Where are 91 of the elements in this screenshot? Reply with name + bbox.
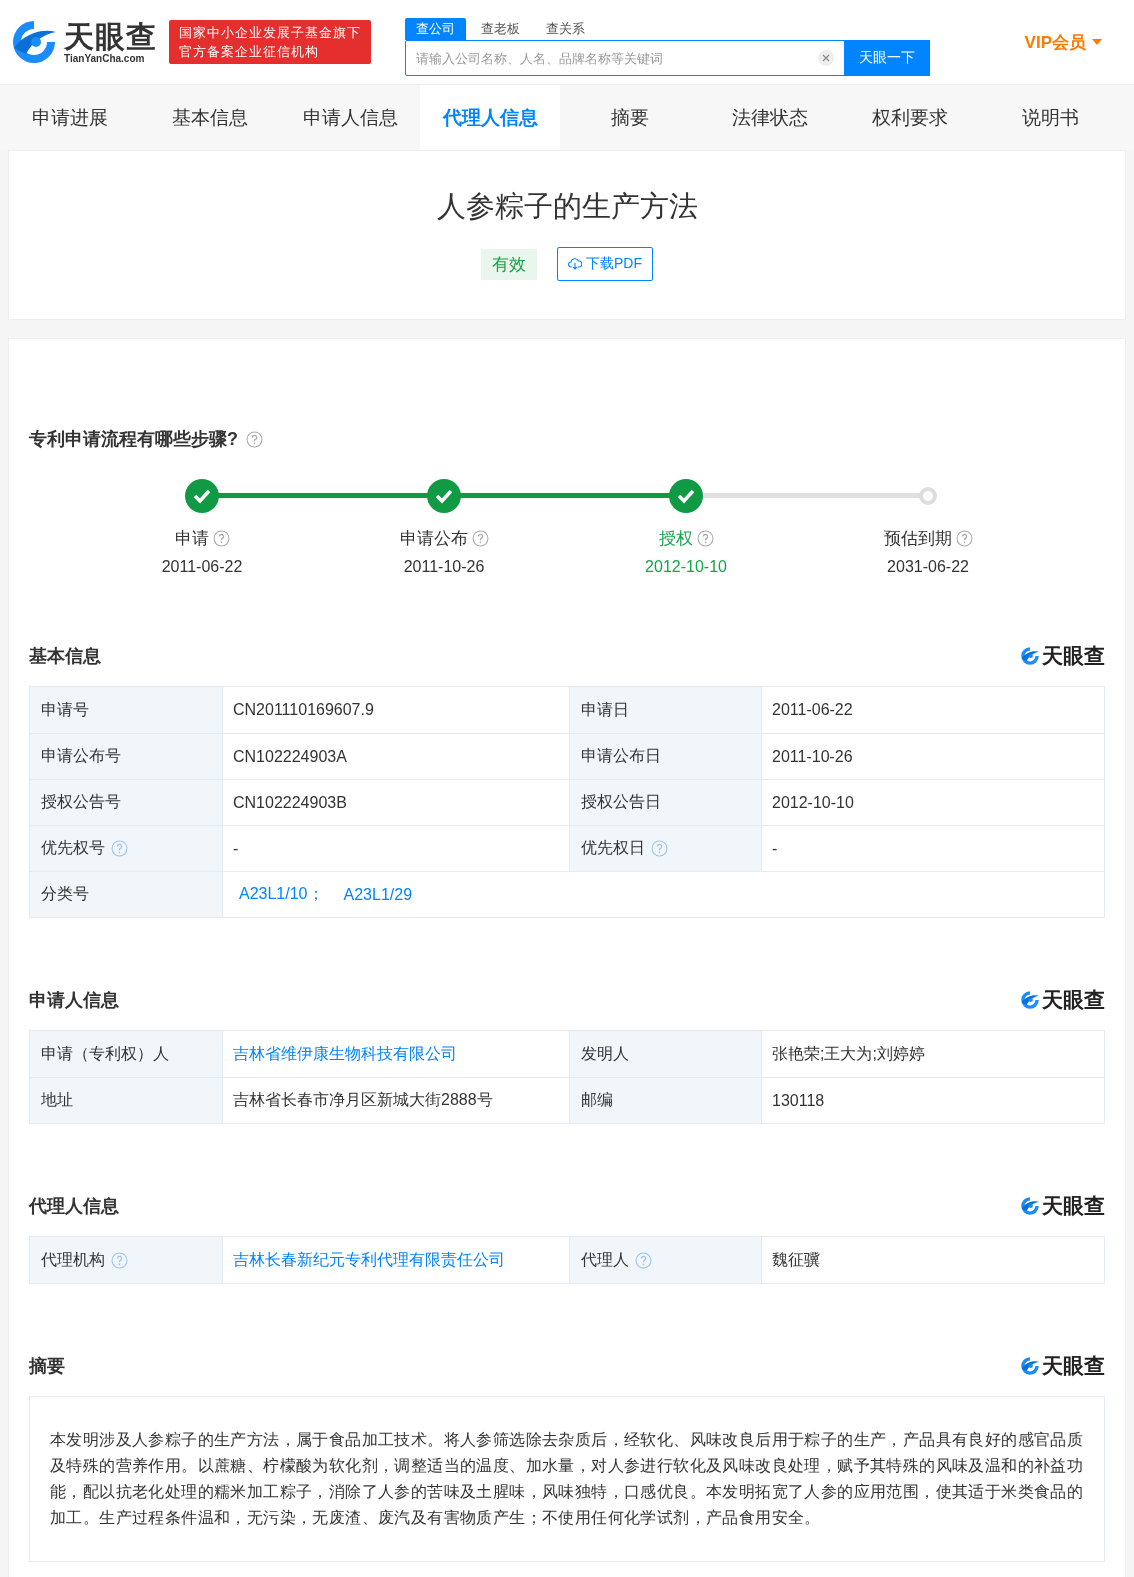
brand-logo: 天眼查: [1020, 1352, 1105, 1380]
step-label: 预估到期: [883, 528, 952, 550]
vip-link[interactable]: VIP会员: [1024, 30, 1102, 54]
clear-icon[interactable]: [818, 50, 834, 66]
check-icon: [669, 479, 703, 513]
label-text: 地址: [41, 1090, 73, 1110]
link[interactable]: A23L1/29: [337, 885, 413, 904]
step-date: 2012-10-10: [645, 558, 727, 576]
section-title: 专利申请流程有哪些步骤?: [29, 428, 238, 451]
help-icon[interactable]: [696, 530, 714, 547]
label-text: 授权公告号: [41, 792, 121, 812]
section-title: 摘要: [29, 1355, 65, 1378]
link[interactable]: 吉林省维伊康生物科技有限公司: [233, 1043, 457, 1065]
value-text: 张艳荣;王大为;刘婷婷: [772, 1043, 925, 1064]
nav-tab[interactable]: 申请进展: [0, 85, 140, 150]
value-text: 2011-06-22: [772, 701, 853, 719]
download-button[interactable]: 下载PDF: [557, 247, 653, 281]
help-icon[interactable]: [651, 840, 668, 857]
label-text: 代理机构: [41, 1249, 105, 1270]
help-icon[interactable]: [111, 1251, 128, 1269]
label-text: 授权公告日: [581, 792, 661, 812]
search-tab[interactable]: 查关系: [535, 18, 596, 40]
value-text: 魏征骥: [772, 1249, 820, 1270]
section-title: 申请人信息: [29, 989, 119, 1012]
eye-logo-icon: [1020, 1196, 1040, 1216]
step-label: 申请公布: [399, 528, 468, 550]
search-button[interactable]: 天眼一下: [844, 40, 930, 76]
label-text: 申请公布日: [581, 746, 661, 766]
check-icon: [427, 479, 461, 513]
link[interactable]: 吉林长春新纪元专利代理有限责任公司: [233, 1249, 505, 1271]
caret-icon[interactable]: [1092, 39, 1102, 45]
label-text: 申请号: [41, 699, 89, 720]
nav-tab[interactable]: 申请人信息: [280, 85, 420, 150]
value-text: 2012-10-10: [772, 793, 854, 812]
help-icon[interactable]: [635, 1251, 652, 1269]
pending-dot-icon: [919, 487, 937, 505]
check-icon: [185, 479, 219, 513]
abstract-text: 本发明涉及人参粽子的生产方法，属于食品加工技术。将人参筛选除去杂质后，经软化、风味改良后用于粽子的生产，产品具有良好的感官品质及特殊的营养作用。以蔗糖、柠檬酸为软化剂，调整适当的温度、加水量，对人参进行软化及风味改良处理，赋予其特殊的风味及温和的补益功能，配以抗老化处理的糯米加工粽子，消除了人参的苦味及土腥味，风味独特，口感优良。本发明拓宽了人参的应用范围，使其适于米类食品的加工。生产过程条件温和，无污染，无废渣、废汽及有害物质产生；不使用任何化学试剂，产品食用安全。: [29, 1396, 1105, 1562]
nav-tab[interactable]: 法律状态: [700, 85, 840, 150]
nav-tab[interactable]: 权利要求: [840, 85, 980, 150]
badge-text: 国家中小企业发展子基金旗下: [179, 24, 361, 42]
section-title: 代理人信息: [29, 1195, 119, 1218]
value-text: CN102224903A: [233, 747, 347, 766]
label-text: 申请（专利权）人: [41, 1043, 169, 1064]
label-text: 邮编: [581, 1090, 613, 1110]
logo-name: 天眼查: [64, 20, 157, 53]
step-label: 授权: [658, 528, 693, 550]
label-text: 优先权日: [581, 838, 645, 858]
step-date: 2031-06-22: [887, 558, 969, 576]
label-text: 申请公布号: [41, 746, 121, 766]
value-text: 130118: [772, 1091, 825, 1110]
help-icon[interactable]: [111, 840, 128, 857]
eye-logo-icon: [10, 18, 58, 66]
label-text: 优先权号: [41, 838, 105, 858]
link[interactable]: A23L1/10；: [233, 884, 324, 905]
help-icon[interactable]: [246, 430, 263, 448]
help-icon[interactable]: [955, 530, 973, 547]
eye-logo-icon: [1020, 990, 1040, 1010]
search-field[interactable]: 请输入公司名称、人名、品牌名称等关键词 天眼一下: [405, 40, 930, 76]
search-tab[interactable]: 查公司: [405, 18, 466, 40]
eye-logo-icon: [1020, 646, 1040, 666]
value-text: CN201110169607.9: [233, 701, 374, 719]
brand-logo: 天眼查: [1020, 642, 1105, 670]
value-text: CN102224903B: [233, 793, 347, 812]
eye-logo-icon: [1020, 1356, 1040, 1376]
logo-domain: TianYanCha.com: [64, 52, 146, 64]
brand-logo: 天眼查: [1020, 1192, 1105, 1220]
nav-tab[interactable]: 说明书: [980, 85, 1120, 150]
step-date: 2011-10-26: [403, 558, 485, 576]
search-tab[interactable]: 查老板: [470, 18, 531, 40]
value-text: 吉林省长春市净月区新城大街2888号: [233, 1090, 493, 1110]
label-text: 发明人: [581, 1043, 629, 1064]
nav-tab[interactable]: 基本信息: [140, 85, 280, 150]
badge-text: 官方备案企业征信机构: [179, 43, 320, 61]
help-icon[interactable]: [471, 530, 489, 547]
cloud-download-icon: [568, 258, 582, 270]
brand-logo: 天眼查: [1020, 986, 1105, 1014]
step-label: 申请: [174, 528, 209, 550]
value-text: 2011-10-26: [772, 747, 853, 766]
step-date: 2011-06-22: [161, 558, 243, 576]
help-icon[interactable]: [212, 530, 230, 547]
label-text: 分类号: [41, 884, 89, 904]
nav-tab[interactable]: 代理人信息: [420, 85, 560, 150]
nav-tab[interactable]: 摘要: [560, 85, 700, 150]
value-text: -: [233, 839, 239, 858]
status-tag: 有效: [481, 248, 537, 280]
value-text: -: [772, 839, 778, 858]
label-text: 申请日: [581, 699, 629, 720]
section-title: 基本信息: [29, 645, 101, 668]
label-text: 代理人: [581, 1249, 629, 1270]
patent-title: 人参粽子的生产方法: [436, 189, 698, 224]
